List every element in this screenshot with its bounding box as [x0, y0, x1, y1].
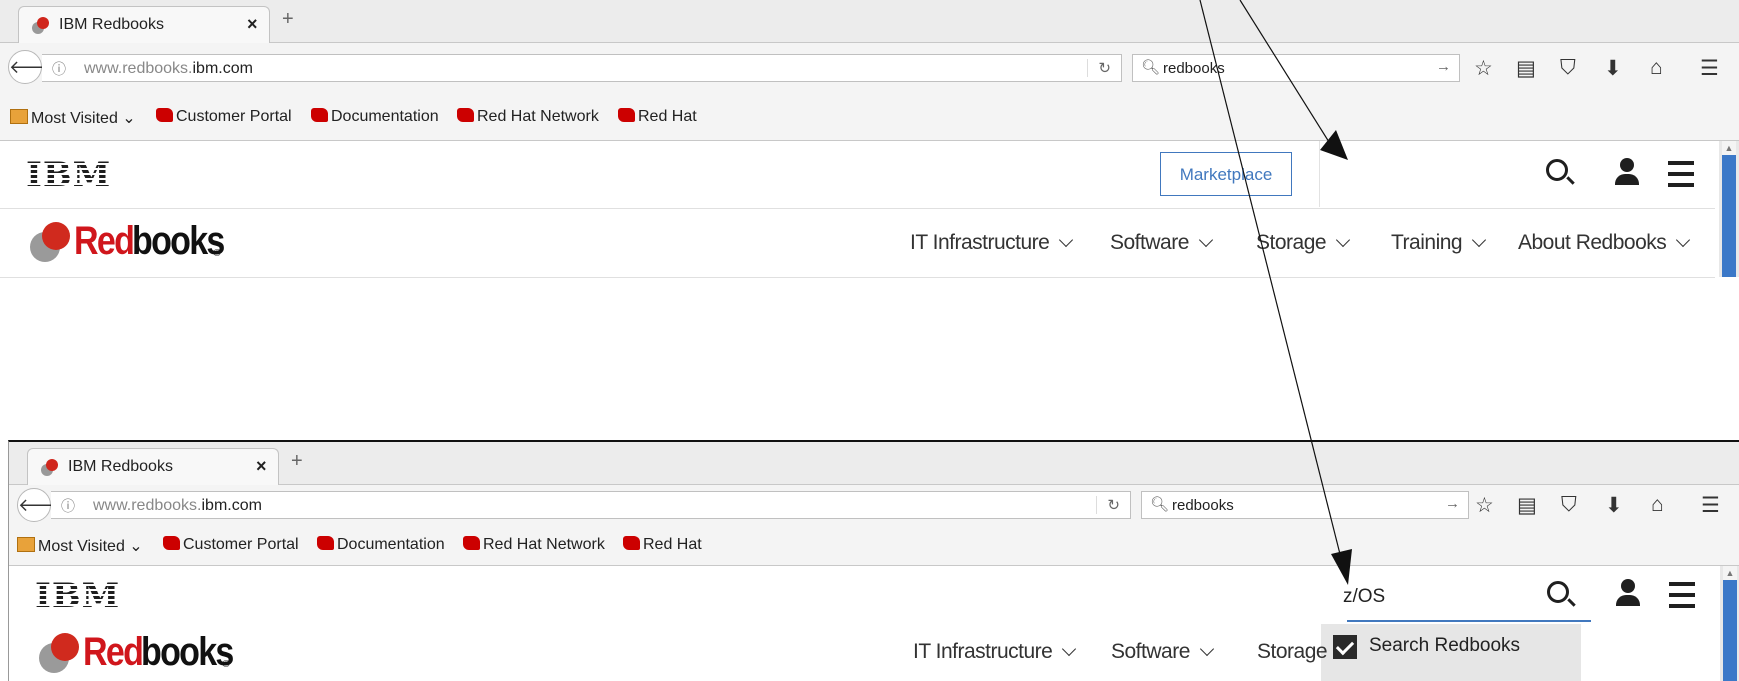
- annotation-arrow-line: [1239, 0, 1335, 151]
- arrowhead-icon: [1331, 549, 1352, 585]
- annotation-arrows: [1199, 0, 1352, 585]
- annotation-arrow-line: [1199, 0, 1343, 563]
